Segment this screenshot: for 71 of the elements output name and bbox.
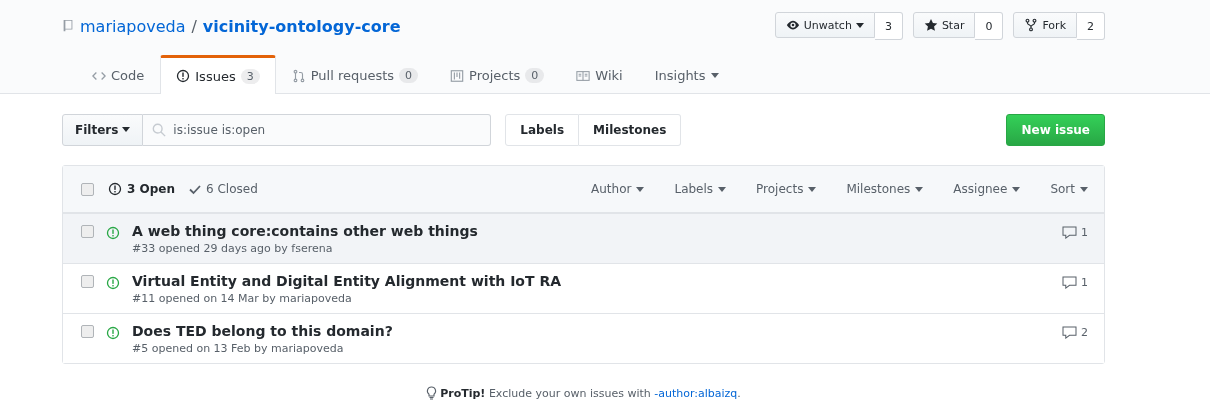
- filter-menu[interactable]: Sort: [1050, 182, 1088, 196]
- comment-icon: [1062, 326, 1077, 339]
- issue-title[interactable]: A web thing core:contains other web things: [132, 223, 478, 239]
- project-board-icon: [450, 68, 465, 83]
- open-issue-icon: [106, 326, 120, 340]
- fork-button[interactable]: Fork: [1013, 12, 1077, 38]
- protip-text: ProTip! Exclude your own issues with -author:albaizq.: [440, 386, 741, 400]
- nav-tab[interactable]: Code: [76, 55, 161, 93]
- issue-icon: [176, 69, 191, 83]
- tab-counter: 0: [399, 68, 419, 83]
- issue-checkbox[interactable]: [81, 325, 94, 338]
- watch-button[interactable]: Unwatch: [774, 12, 875, 38]
- caret-icon: [636, 186, 645, 192]
- social-count[interactable]: 3: [874, 12, 903, 40]
- search-icon: [152, 122, 167, 137]
- filter-menu[interactable]: Author: [591, 182, 645, 196]
- tab-counter: 0: [525, 68, 545, 83]
- repo-link[interactable]: vicinity-ontology-core: [202, 16, 401, 36]
- issue-meta: #33 opened 29 days ago by fserena: [132, 242, 334, 255]
- issue-meta: #5 opened on 13 Feb by mariapoveda: [132, 342, 345, 355]
- nav-tab[interactable]: Wiki: [560, 55, 639, 93]
- tab-counter: 3: [240, 68, 260, 84]
- filter-menu[interactable]: Projects: [756, 182, 817, 196]
- issue-title[interactable]: Does TED belong to this domain?: [132, 323, 393, 339]
- star-icon: [923, 18, 938, 32]
- eye-icon: [785, 18, 800, 32]
- nav-tab[interactable]: Insights: [638, 55, 735, 93]
- issue-checkbox[interactable]: [81, 225, 94, 238]
- social-count[interactable]: 0: [975, 12, 1004, 40]
- closed-filter[interactable]: 6 Closed: [189, 182, 258, 196]
- caret-icon: [718, 186, 727, 192]
- repo-icon: [62, 19, 74, 33]
- select-all-checkbox[interactable]: [81, 182, 94, 196]
- social-count[interactable]: 2: [1077, 12, 1105, 40]
- check-icon: [189, 183, 201, 195]
- issue-meta: #11 opened on 14 Mar by mariapoveda: [132, 292, 353, 305]
- caret-icon: [710, 73, 719, 78]
- issue-checkbox[interactable]: [81, 275, 94, 288]
- nav-button[interactable]: Milestones: [579, 113, 682, 146]
- nav-button[interactable]: Labels: [505, 113, 580, 146]
- filter-menu[interactable]: Labels: [674, 182, 727, 196]
- owner-link[interactable]: mariapoveda: [80, 16, 186, 36]
- comment-count[interactable]: 2: [1062, 326, 1088, 339]
- lightbulb-icon: [426, 386, 438, 400]
- caret-icon: [808, 186, 817, 192]
- open-filter[interactable]: 3 Open: [108, 182, 175, 196]
- nav-tab[interactable]: Pull requests 0: [275, 55, 435, 93]
- path-separator: /: [191, 16, 197, 36]
- open-issue-icon: [106, 276, 120, 290]
- issue-title[interactable]: Virtual Entity and Digital Entity Alignment with IoT RA: [132, 273, 562, 289]
- comment-icon: [1062, 226, 1077, 239]
- comment-count[interactable]: 1: [1062, 226, 1088, 239]
- filters-button[interactable]: Filters: [62, 113, 144, 146]
- fork-icon: [1024, 18, 1039, 32]
- caret-icon: [122, 127, 131, 132]
- caret-icon: [1012, 186, 1021, 192]
- pull-request-icon: [291, 68, 306, 83]
- star-button[interactable]: Star: [912, 12, 976, 38]
- caret-icon: [915, 186, 924, 192]
- filter-menu[interactable]: Milestones: [846, 182, 924, 196]
- search-field[interactable]: is:issue is:open: [143, 113, 492, 146]
- caret-icon: [1080, 186, 1088, 192]
- nav-tab[interactable]: Issues 3: [160, 55, 276, 94]
- nav-tab[interactable]: Projects 0: [434, 55, 561, 93]
- open-issue-icon: [106, 226, 120, 240]
- comment-icon: [1062, 276, 1077, 289]
- comment-count[interactable]: 1: [1062, 276, 1088, 289]
- caret-icon: [855, 22, 864, 28]
- filter-menu[interactable]: Assignee: [953, 182, 1021, 196]
- book-icon: [576, 68, 591, 83]
- issue-icon: [108, 182, 122, 196]
